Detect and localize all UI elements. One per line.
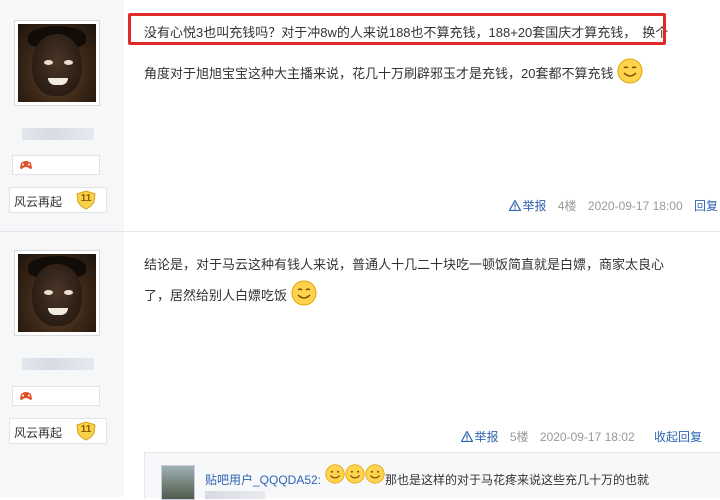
- user-level-row[interactable]: 风云再起 11: [9, 187, 107, 213]
- post-content: 结论是，对于马云这种有钱人来说，普通人十几二十块吃一顿饭简直就是白嫖，商家太良心…: [144, 250, 710, 311]
- smiley-emoji-icon: [365, 464, 385, 484]
- floor-number: 4楼: [557, 199, 577, 213]
- username-blurred[interactable]: [22, 358, 94, 370]
- level-number: 11: [80, 424, 92, 435]
- sub-reply-emojis: [325, 464, 385, 489]
- sub-reply-avatar[interactable]: [161, 465, 195, 500]
- sub-reply-username[interactable]: 贴吧用户_QQQDA52:: [205, 471, 321, 488]
- sub-reply-area: 贴吧用户_QQQDA52: 那也是这样的对于马花疼来说这些充几十万的也就: [144, 452, 720, 500]
- level-shield-icon: 11: [75, 190, 97, 210]
- level-name: 风云再起: [14, 195, 63, 209]
- level-name: 风云再起: [14, 426, 63, 440]
- post-text-line2: 了，居然给别人白嫖吃饭: [144, 288, 288, 303]
- report-warning-icon: [460, 431, 473, 442]
- report-warning-icon: [508, 200, 521, 211]
- reply-button[interactable]: 回复: [694, 199, 718, 213]
- post-text-line2: 角度对于旭旭宝宝这种大主播来说，花几十万刷辟邪玉才是充钱，20套都不算充钱: [144, 66, 614, 81]
- level-shield-icon: 11: [75, 421, 97, 441]
- post-tail: 举报 4楼 2020-09-17 18:00 回复: [508, 197, 718, 214]
- user-badge-row[interactable]: [12, 155, 100, 175]
- post-tail: 举报 5楼 2020-09-17 18:02 收起回复: [460, 428, 702, 445]
- highlight-annotation-box: [128, 13, 666, 45]
- smiley-emoji-icon: [325, 464, 345, 484]
- user-avatar[interactable]: [14, 250, 100, 336]
- smiley-emoji-icon: [291, 280, 317, 306]
- user-badge-row[interactable]: [12, 386, 100, 406]
- collapse-reply-button[interactable]: 收起回复: [654, 430, 702, 444]
- game-controller-icon: [20, 392, 32, 400]
- user-avatar[interactable]: [14, 20, 100, 106]
- sub-reply-text-continued: [205, 491, 265, 499]
- post-timestamp: 2020-09-17 18:00: [587, 199, 683, 213]
- post-floor-4: 风云再起 11 没有心悦3也叫充钱吗？对于冲8w的人来说188也不算充钱，188…: [0, 0, 720, 232]
- floor-number: 5楼: [509, 430, 529, 444]
- post-text-line1: 结论是，对于马云这种有钱人来说，普通人十几二十块吃一顿饭简直就是白嫖，商家太良心: [144, 257, 665, 272]
- smiley-emoji-icon: [345, 464, 365, 484]
- smiley-emoji-icon: [617, 58, 643, 84]
- report-link[interactable]: 举报: [508, 197, 547, 214]
- level-number: 11: [80, 193, 92, 204]
- report-link[interactable]: 举报: [460, 428, 499, 445]
- game-controller-icon: [20, 161, 32, 169]
- user-level-row[interactable]: 风云再起 11: [9, 418, 107, 444]
- username-blurred[interactable]: [22, 128, 94, 140]
- post-timestamp: 2020-09-17 18:02: [539, 430, 635, 444]
- sub-reply-text: 那也是这样的对于马花疼来说这些充几十万的也就: [385, 473, 650, 487]
